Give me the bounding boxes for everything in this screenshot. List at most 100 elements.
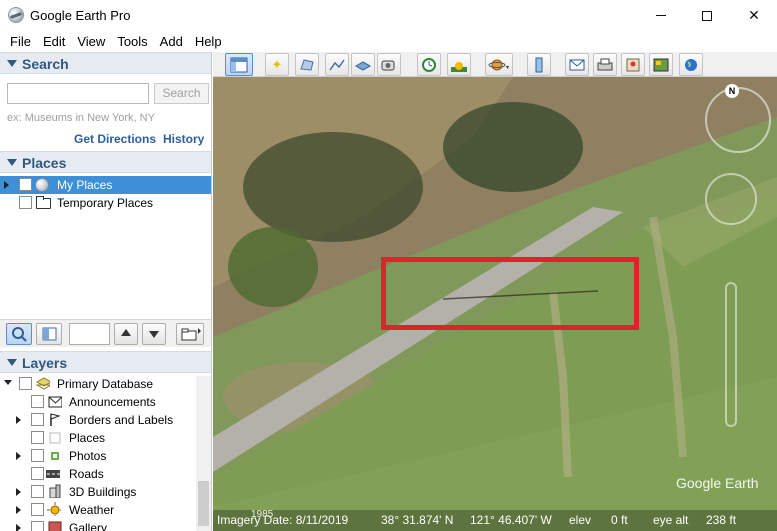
window-title: Google Earth Pro <box>30 8 131 23</box>
move-joystick[interactable] <box>705 173 757 225</box>
places-header-label: Places <box>22 155 67 171</box>
close-button[interactable]: ✕ <box>731 0 777 31</box>
search-input[interactable] <box>7 83 149 104</box>
checkbox[interactable] <box>31 449 44 462</box>
checkbox[interactable] <box>31 503 44 516</box>
places-item-label: My Places <box>57 178 113 192</box>
checkbox[interactable] <box>19 178 32 191</box>
polygon-icon <box>300 58 314 71</box>
checkbox[interactable] <box>31 395 44 408</box>
add-path-button[interactable] <box>325 53 349 76</box>
add-placemark-button[interactable]: ✦ <box>265 53 289 76</box>
menu-help[interactable]: Help <box>189 34 228 49</box>
switch-planet-button[interactable] <box>485 53 513 76</box>
collapse-triangle-icon <box>7 359 17 366</box>
expand-arrow-icon[interactable] <box>4 181 9 189</box>
checkbox[interactable] <box>19 377 32 390</box>
get-directions-link[interactable]: Get Directions <box>74 132 156 146</box>
search-button[interactable]: Search <box>154 83 209 104</box>
places-toolbar <box>0 319 211 347</box>
print-button[interactable] <box>593 53 617 76</box>
globe-icon <box>35 178 49 192</box>
expand-arrow-icon[interactable] <box>16 416 21 424</box>
layer-item-roads[interactable]: Roads <box>0 465 211 483</box>
historical-imagery-button[interactable] <box>417 53 441 76</box>
expand-arrow-icon[interactable] <box>16 452 21 460</box>
menu-edit[interactable]: Edit <box>37 34 71 49</box>
layer-item-gallery[interactable]: Gallery <box>0 519 211 531</box>
layer-item-weather[interactable]: Weather <box>0 501 211 519</box>
menu-add[interactable]: Add <box>154 34 189 49</box>
expand-arrow-icon[interactable] <box>16 524 21 531</box>
menu-tools[interactable]: Tools <box>111 34 153 49</box>
collapse-arrow-icon[interactable] <box>4 380 12 385</box>
zoom-slider[interactable] <box>725 282 737 427</box>
collapse-triangle-icon <box>7 60 17 67</box>
layer-item-announcements[interactable]: Announcements <box>0 393 211 411</box>
places-item-my-places[interactable]: My Places <box>0 176 211 194</box>
menu-view[interactable]: View <box>71 34 111 49</box>
add-polygon-button[interactable] <box>295 53 319 76</box>
search-section-header[interactable]: Search <box>0 52 211 74</box>
places-section-header[interactable]: Places <box>0 151 211 173</box>
menu-bar: File Edit View Tools Add Help <box>0 31 777 51</box>
look-joystick[interactable] <box>705 87 771 153</box>
search-header-label: Search <box>22 56 69 72</box>
sidebar-toggle-icon <box>230 57 248 72</box>
layers-section-header[interactable]: Layers <box>0 351 211 373</box>
layer-item-photos[interactable]: Photos <box>0 447 211 465</box>
history-link[interactable]: History <box>163 132 204 146</box>
checkbox[interactable] <box>31 431 44 444</box>
layer-item-label: Roads <box>69 467 104 481</box>
minimize-button[interactable] <box>638 0 684 31</box>
compass-north-button[interactable]: N <box>725 84 739 98</box>
places-item-temporary-places[interactable]: Temporary Places <box>0 194 211 212</box>
earth-view-button[interactable] <box>679 53 703 76</box>
add-image-overlay-button[interactable] <box>351 53 375 76</box>
expand-arrow-icon[interactable] <box>16 506 21 514</box>
ruler-icon <box>535 57 543 72</box>
scrollbar-thumb[interactable] <box>198 481 209 526</box>
checkbox[interactable] <box>31 521 44 531</box>
layer-item-primary-database[interactable]: Primary Database <box>0 375 211 393</box>
menu-file[interactable]: File <box>4 34 37 49</box>
save-image-button[interactable] <box>649 53 673 76</box>
checkbox[interactable] <box>19 196 32 209</box>
search-places-button[interactable] <box>6 323 32 345</box>
email-button[interactable] <box>565 53 589 76</box>
layers-scrollbar[interactable] <box>196 376 211 531</box>
sun-icon <box>47 502 61 516</box>
layers-icon <box>36 377 50 390</box>
move-down-button[interactable] <box>142 323 166 345</box>
folder-menu-button[interactable] <box>176 323 204 345</box>
gallery-icon <box>48 521 62 531</box>
maximize-button[interactable] <box>684 0 730 31</box>
layer-item-places[interactable]: Places <box>0 429 211 447</box>
layers-header-label: Layers <box>22 355 68 371</box>
close-icon: ✕ <box>748 7 760 23</box>
folder-icon <box>36 196 51 209</box>
checkbox[interactable] <box>31 467 44 480</box>
sunlight-button[interactable] <box>447 53 471 76</box>
record-tour-button[interactable] <box>377 53 401 76</box>
image-overlay-icon <box>354 60 372 71</box>
checkbox[interactable] <box>31 485 44 498</box>
move-up-button[interactable] <box>114 323 138 345</box>
toggle-sidebar-button[interactable] <box>225 53 253 76</box>
expand-arrow-icon[interactable] <box>16 488 21 496</box>
checkbox[interactable] <box>31 413 44 426</box>
envelope-icon <box>569 59 585 70</box>
toggle-view-button[interactable] <box>36 323 62 345</box>
view-in-maps-button[interactable] <box>621 53 645 76</box>
layer-item-label: Places <box>69 431 106 445</box>
google-earth-app-icon <box>8 7 24 23</box>
layer-item-label: Announcements <box>69 395 156 409</box>
arrow-up-icon <box>121 329 131 336</box>
places-filter-input[interactable] <box>69 323 110 345</box>
ruler-button[interactable] <box>527 53 551 76</box>
imagery-date: Imagery Date: 8/11/2019 <box>217 513 349 527</box>
layer-item-3d-buildings[interactable]: 3D Buildings <box>0 483 211 501</box>
layer-item-borders-and-labels[interactable]: Borders and Labels <box>0 411 211 429</box>
map-viewport[interactable]: N Google Earth Imagery Date: 8/11/2019 1… <box>213 77 777 531</box>
earth-icon <box>685 58 697 71</box>
